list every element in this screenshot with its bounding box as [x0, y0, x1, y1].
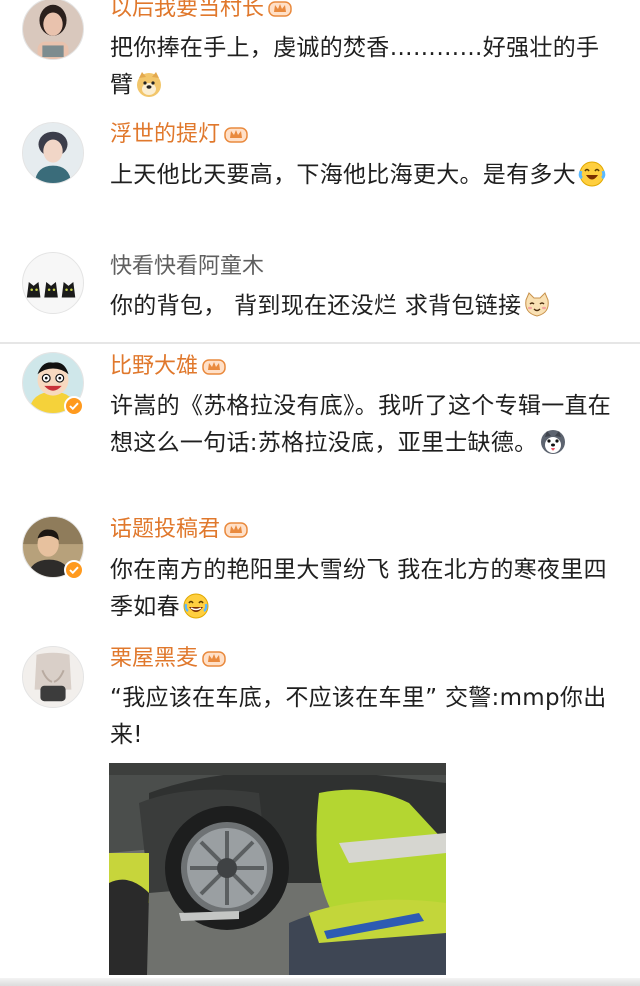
- crown-icon: [268, 0, 292, 18]
- username-label[interactable]: 快看快看阿童木: [110, 254, 264, 279]
- crown-icon: [202, 356, 226, 376]
- comment-text: 许嵩的《苏格拉没有底》。我听了这个专辑一直在想这么一句话:苏格拉没底，亚里士缺德…: [110, 388, 615, 462]
- comment-text-content: 把你捧在手上，虔诚的焚香…………好强壮的手臂: [110, 35, 600, 98]
- comment-text: 你的背包， 背到现在还没烂 求背包链接: [110, 288, 615, 325]
- username[interactable]: 以后我要当村长: [110, 0, 292, 24]
- comment-text: 你在南方的艳阳里大雪纷飞 我在北方的寒夜里四季如春: [110, 552, 615, 626]
- username[interactable]: 快看快看阿童木: [110, 252, 264, 282]
- avatar[interactable]: [22, 122, 84, 184]
- avatar[interactable]: [22, 252, 84, 314]
- username[interactable]: 浮世的提灯: [110, 120, 248, 150]
- laugh-emoji: [182, 592, 210, 620]
- doge-emoji: [135, 70, 163, 98]
- crown-icon: [224, 519, 248, 539]
- husky-emoji: [539, 428, 567, 456]
- cat-emoji: [523, 291, 551, 319]
- comment-text-content: “我应该在车底，不应该在车里” 交警:mmp你出来!: [110, 685, 607, 748]
- page-bottom-edge: [0, 978, 640, 986]
- comment-text-content: 许嵩的《苏格拉没有底》。我听了这个专辑一直在想这么一句话:苏格拉没底，亚里士缺德…: [110, 393, 612, 456]
- username-label[interactable]: 栗屋黑麦: [110, 646, 198, 671]
- avatar[interactable]: [22, 646, 84, 708]
- username-label[interactable]: 浮世的提灯: [110, 122, 220, 147]
- username-label[interactable]: 话题投稿君: [110, 517, 220, 542]
- crown-icon: [202, 648, 226, 668]
- username-label[interactable]: 以后我要当村长: [110, 0, 264, 21]
- comment-text-content: 你的背包， 背到现在还没烂 求背包链接: [110, 293, 522, 319]
- username-label[interactable]: 比野大雄: [110, 354, 198, 379]
- crown-icon: [224, 124, 248, 144]
- username[interactable]: 话题投稿君: [110, 515, 248, 545]
- comment-text: “我应该在车底，不应该在车里” 交警:mmp你出来!: [110, 680, 615, 754]
- verified-badge-icon: [64, 560, 84, 580]
- comment-photo[interactable]: [109, 763, 446, 975]
- comment-text: 上天他比天要高，下海他比海更大。是有多大: [110, 157, 615, 194]
- verified-badge-icon: [64, 396, 84, 416]
- avatar[interactable]: [22, 0, 84, 60]
- laugh-cry-emoji: [578, 160, 606, 188]
- comment-text: 把你捧在手上，虔诚的焚香…………好强壮的手臂: [110, 30, 615, 104]
- comment-text-content: 上天他比天要高，下海他比海更大。是有多大: [110, 162, 576, 188]
- section-divider: [0, 342, 640, 344]
- username[interactable]: 栗屋黑麦: [110, 644, 226, 674]
- username[interactable]: 比野大雄: [110, 352, 226, 382]
